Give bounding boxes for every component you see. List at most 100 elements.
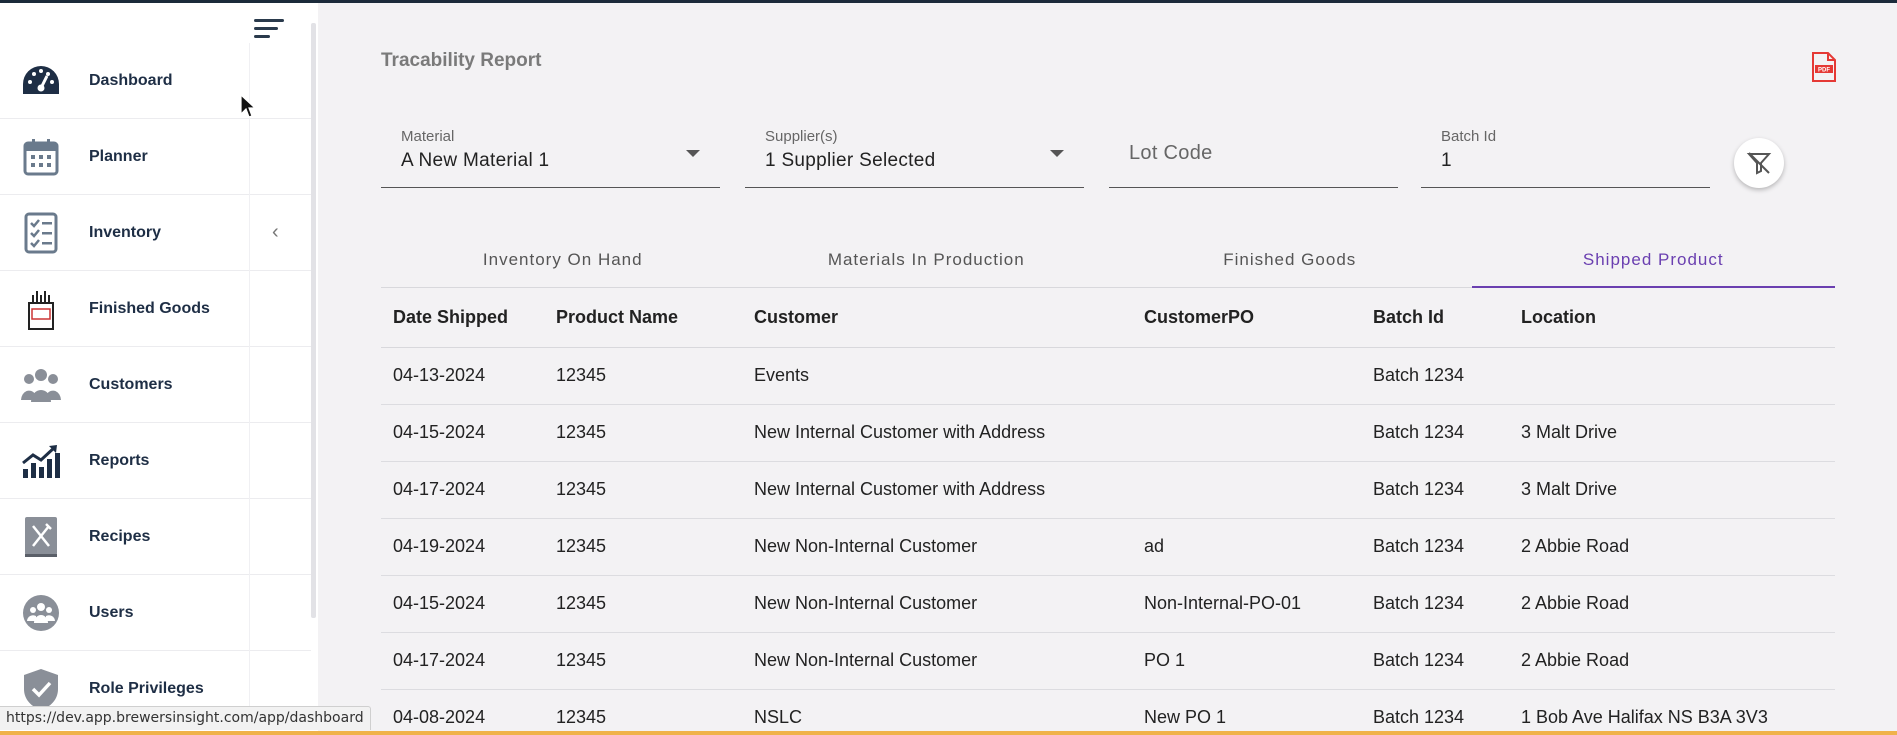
cell-customer-po	[1132, 404, 1361, 462]
checklist-icon	[20, 212, 62, 254]
cell-customer: New Internal Customer with Address	[742, 404, 1132, 462]
cell-batch-id: Batch 1234	[1361, 632, 1509, 690]
cell-customer: New Non-Internal Customer	[742, 632, 1132, 690]
sidebar-item-label: Reports	[89, 451, 150, 469]
cell-date-shipped: 04-13-2024	[381, 347, 544, 405]
cell-product-name: 12345	[544, 632, 742, 690]
column-header-location[interactable]: Location	[1509, 288, 1835, 348]
cell-batch-id: Batch 1234	[1361, 518, 1509, 576]
tab-shipped-product[interactable]: Shipped Product	[1471, 236, 1836, 288]
sidebar-nav: Dashboard Planner Inventory ‹ Finished G…	[0, 43, 311, 727]
filter-off-icon	[1746, 152, 1772, 175]
page-title: Tracability Report	[381, 50, 542, 71]
material-label: Material	[401, 128, 455, 145]
fork-knife-icon	[20, 516, 62, 558]
material-select[interactable]: Material A New Material 1	[381, 120, 720, 188]
sidebar-item-label: Dashboard	[89, 71, 173, 89]
people-group-icon	[20, 364, 62, 406]
supplier-select[interactable]: Supplier(s) 1 Supplier Selected	[745, 120, 1084, 188]
sidebar-item-label: Recipes	[89, 527, 151, 545]
cell-location: 2 Abbie Road	[1509, 575, 1835, 633]
column-header-customer-po[interactable]: CustomerPO	[1132, 288, 1361, 348]
batch-id-input[interactable]: Batch Id 1	[1421, 120, 1710, 188]
cell-customer-po	[1132, 347, 1361, 405]
table-row[interactable]: 04-15-2024 12345 New Non-Internal Custom…	[381, 575, 1835, 633]
dropdown-caret-icon[interactable]	[686, 150, 700, 157]
sidebar-item-dashboard[interactable]: Dashboard	[0, 43, 311, 119]
cell-customer-po	[1132, 461, 1361, 519]
bottom-accent-bar	[0, 731, 1897, 735]
sidebar-item-planner[interactable]: Planner	[0, 119, 311, 195]
lot-code-input[interactable]: Lot Code	[1109, 120, 1398, 188]
pdf-export-icon[interactable]: PDF	[1811, 52, 1837, 82]
cell-location: 2 Abbie Road	[1509, 632, 1835, 690]
column-header-product-name[interactable]: Product Name	[544, 288, 742, 348]
cell-batch-id: Batch 1234	[1361, 404, 1509, 462]
table-row[interactable]: 04-17-2024 12345 New Non-Internal Custom…	[381, 632, 1835, 690]
cell-batch-id: Batch 1234	[1361, 347, 1509, 405]
cell-date-shipped: 04-08-2024	[381, 689, 544, 735]
cell-product-name: 12345	[544, 518, 742, 576]
sidebar-item-finished-goods[interactable]: Finished Goods	[0, 271, 311, 347]
svg-text:PDF: PDF	[1818, 68, 1830, 74]
column-header-customer[interactable]: Customer	[742, 288, 1132, 348]
column-header-batch-id[interactable]: Batch Id	[1361, 288, 1509, 348]
cell-location: 2 Abbie Road	[1509, 518, 1835, 576]
material-value: A New Material 1	[401, 150, 550, 171]
sidebar-item-label: Finished Goods	[89, 299, 210, 317]
cell-customer-po: New PO 1	[1132, 689, 1361, 735]
cell-product-name: 12345	[544, 404, 742, 462]
status-bar-url: https://dev.app.brewersinsight.com/app/d…	[0, 706, 371, 730]
sidebar-scrollbar[interactable]	[311, 23, 316, 618]
sidebar: Dashboard Planner Inventory ‹ Finished G…	[0, 3, 318, 731]
dashboard-gauge-icon	[20, 60, 62, 102]
tab-materials-in-production[interactable]: Materials In Production	[745, 236, 1109, 287]
cell-customer-po: PO 1	[1132, 632, 1361, 690]
cell-customer: NSLC	[742, 689, 1132, 735]
column-header-date-shipped[interactable]: Date Shipped	[381, 288, 544, 348]
cell-date-shipped: 04-17-2024	[381, 461, 544, 519]
cell-date-shipped: 04-15-2024	[381, 404, 544, 462]
table-row[interactable]: 04-17-2024 12345 New Internal Customer w…	[381, 461, 1835, 519]
clear-filter-button[interactable]	[1734, 138, 1784, 188]
sidebar-item-inventory[interactable]: Inventory ‹	[0, 195, 311, 271]
sidebar-item-reports[interactable]: Reports	[0, 423, 311, 499]
table-header-row: Date Shipped Product Name Customer Custo…	[381, 288, 1835, 348]
lot-code-placeholder: Lot Code	[1129, 142, 1213, 164]
cell-date-shipped: 04-15-2024	[381, 575, 544, 633]
cell-batch-id: Batch 1234	[1361, 689, 1509, 735]
sidebar-item-users[interactable]: Users	[0, 575, 311, 651]
cell-date-shipped: 04-17-2024	[381, 632, 544, 690]
table-row[interactable]: 04-19-2024 12345 New Non-Internal Custom…	[381, 518, 1835, 576]
cell-batch-id: Batch 1234	[1361, 461, 1509, 519]
cell-product-name: 12345	[544, 347, 742, 405]
sidebar-item-label: Planner	[89, 147, 148, 165]
chevron-left-icon[interactable]: ‹	[272, 221, 279, 244]
table-row[interactable]: 04-08-2024 12345 NSLC New PO 1 Batch 123…	[381, 689, 1835, 735]
table-row[interactable]: 04-15-2024 12345 New Internal Customer w…	[381, 404, 1835, 462]
mouse-cursor-icon	[240, 93, 257, 125]
cell-customer: New Non-Internal Customer	[742, 518, 1132, 576]
batch-id-value: 1	[1441, 150, 1452, 171]
bottles-icon	[20, 288, 62, 330]
supplier-value: 1 Supplier Selected	[765, 150, 936, 171]
sidebar-item-label: Customers	[89, 375, 173, 393]
sidebar-item-recipes[interactable]: Recipes	[0, 499, 311, 575]
cell-customer-po: Non-Internal-PO-01	[1132, 575, 1361, 633]
cell-product-name: 12345	[544, 461, 742, 519]
shipped-product-table: Date Shipped Product Name Customer Custo…	[381, 288, 1835, 735]
tab-finished-goods[interactable]: Finished Goods	[1108, 236, 1472, 287]
batch-id-label: Batch Id	[1441, 128, 1497, 145]
sidebar-item-label: Users	[89, 603, 134, 621]
menu-toggle-icon[interactable]	[254, 19, 286, 45]
cell-date-shipped: 04-19-2024	[381, 518, 544, 576]
trend-chart-icon	[20, 440, 62, 482]
dropdown-caret-icon[interactable]	[1050, 150, 1064, 157]
sidebar-item-customers[interactable]: Customers	[0, 347, 311, 423]
cell-customer: New Internal Customer with Address	[742, 461, 1132, 519]
cell-location	[1509, 347, 1835, 405]
tab-inventory-on-hand[interactable]: Inventory On Hand	[381, 236, 745, 287]
cell-location: 3 Malt Drive	[1509, 461, 1835, 519]
table-row[interactable]: 04-13-2024 12345 Events Batch 1234	[381, 347, 1835, 405]
cell-product-name: 12345	[544, 575, 742, 633]
